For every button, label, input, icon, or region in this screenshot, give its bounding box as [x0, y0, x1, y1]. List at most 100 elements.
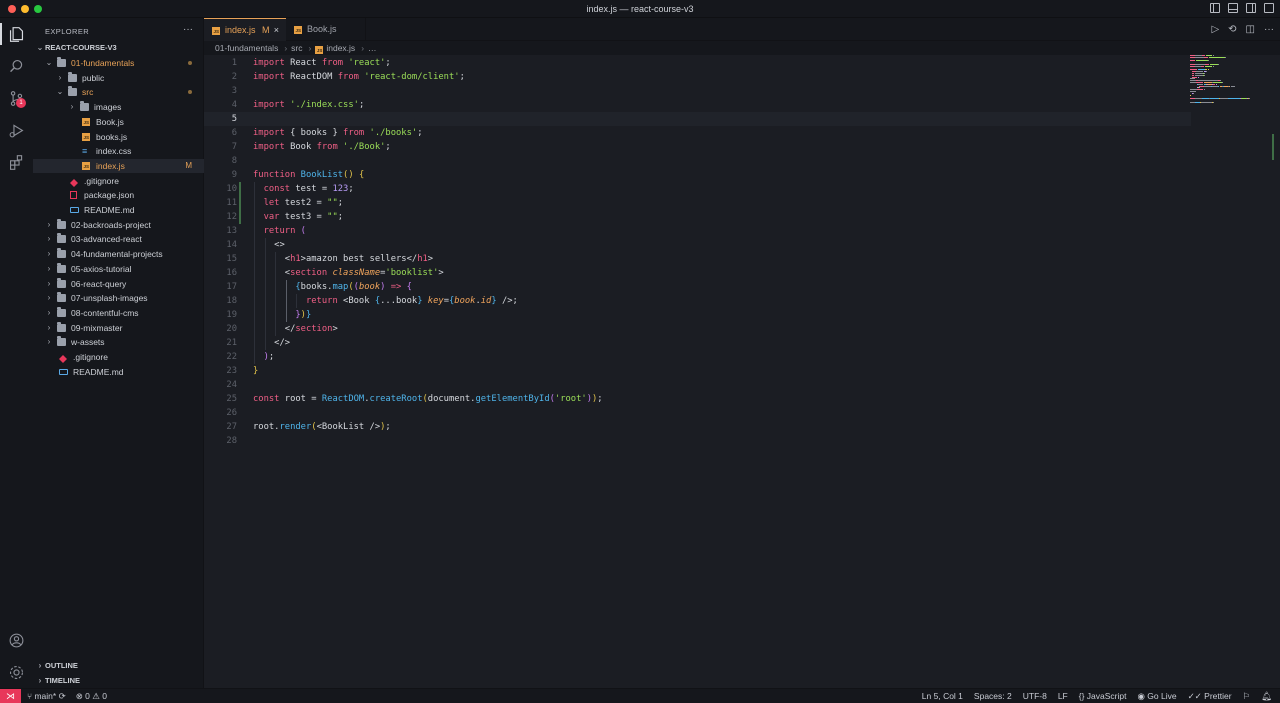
project-root[interactable]: ⌄ REACT-COURSE-V3	[33, 41, 204, 55]
settings-gear-icon[interactable]	[7, 663, 25, 681]
open-changes-icon[interactable]: ⟲	[1228, 24, 1236, 35]
code-line[interactable]: 10 const test = 123;	[204, 182, 1191, 196]
account-icon[interactable]	[7, 631, 25, 649]
code-line[interactable]: 16 <section className='booklist'>	[204, 266, 1191, 280]
tree-item[interactable]: README.md	[33, 203, 204, 217]
tree-item[interactable]: package.json	[33, 188, 204, 202]
code-line[interactable]: 21 </>	[204, 336, 1191, 350]
code-line[interactable]: 7 import Book from './Book';	[204, 140, 1191, 154]
npm-file-icon	[70, 191, 77, 200]
line-number: 16	[226, 268, 237, 278]
customize-layout-icon[interactable]	[1264, 3, 1274, 13]
tree-item[interactable]: README.md	[33, 365, 204, 379]
breadcrumb-src[interactable]: src	[291, 43, 302, 53]
split-editor-icon[interactable]: ◫	[1246, 24, 1255, 35]
more-actions-icon[interactable]: ···	[183, 24, 193, 35]
code-line[interactable]: 18 return <Book {...book} key={book.id} …	[204, 294, 1191, 308]
tree-item[interactable]: › 05-axios-tutorial	[33, 262, 204, 276]
language-mode[interactable]: {} JavaScript	[1079, 689, 1127, 703]
notifications-bell-icon[interactable]: 🔔︎	[1261, 689, 1272, 703]
tree-item[interactable]: ⌄ 01-fundamentals	[33, 56, 204, 70]
code-line[interactable]: 4 import './index.css';	[204, 98, 1191, 112]
code-line[interactable]: 6 import { books } from './books';	[204, 126, 1191, 140]
line-number: 4	[231, 100, 237, 110]
code-line[interactable]: 17 {books.map((book) => {	[204, 280, 1191, 294]
code-line[interactable]: 5	[204, 112, 1191, 126]
remote-icon[interactable]: ⋊	[0, 689, 21, 703]
tree-item[interactable]: .gitignore	[33, 174, 204, 188]
activity-bar: 1	[0, 18, 33, 688]
code-line[interactable]: 9 function BookList() {	[204, 168, 1191, 182]
tab-index-js[interactable]: JS index.js M ×	[204, 18, 286, 41]
indent-guide	[285, 280, 287, 322]
run-icon[interactable]: ▷	[1211, 24, 1219, 35]
git-change-gutter[interactable]	[239, 182, 241, 224]
outline-section[interactable]: › OUTLINE	[33, 659, 204, 673]
prettier-button[interactable]: ✓✓ Prettier	[1188, 689, 1232, 703]
tree-item[interactable]: › public	[33, 71, 204, 85]
code-line[interactable]: 19 })}	[204, 308, 1191, 322]
code-line[interactable]: 12 var test3 = "";	[204, 210, 1191, 224]
tree-item[interactable]: › 08-contentful-cms	[33, 306, 204, 320]
breadcrumb-symbol[interactable]: …	[368, 43, 377, 53]
code-line[interactable]: 20 </section>	[204, 322, 1191, 336]
toggle-panel-icon[interactable]	[1228, 3, 1238, 13]
code-line[interactable]: 2 import ReactDOM from 'react-dom/client'…	[204, 70, 1191, 84]
code-line[interactable]: 14 <>	[204, 238, 1191, 252]
toggle-secondary-sidebar-icon[interactable]	[1246, 3, 1256, 13]
code-line[interactable]: 24	[204, 378, 1191, 392]
tree-item[interactable]: › 06-react-query	[33, 277, 204, 291]
timeline-label: TIMELINE	[45, 676, 80, 685]
go-live-button[interactable]: ◉ Go Live	[1137, 689, 1176, 703]
code-line[interactable]: 27 root.render(<BookList />);	[204, 420, 1191, 434]
extensions-icon[interactable]	[7, 153, 25, 171]
explorer-icon[interactable]	[7, 25, 25, 43]
code-line[interactable]: 22 );	[204, 350, 1191, 364]
line-ending[interactable]: LF	[1058, 689, 1068, 703]
code-line[interactable]: 23}	[204, 364, 1191, 378]
tree-item[interactable]: › 07-unsplash-images	[33, 291, 204, 305]
code-text: const test = 123;	[263, 184, 354, 194]
code-line[interactable]: 13 return (	[204, 224, 1191, 238]
breadcrumb-file[interactable]: index.js	[326, 43, 355, 53]
tree-item[interactable]: › 04-fundamental-projects	[33, 247, 204, 261]
more-actions-icon[interactable]: ···	[1264, 24, 1274, 35]
tree-item[interactable]: JS books.js	[33, 130, 204, 144]
branch-indicator[interactable]: ⑂ main* ⟳	[27, 689, 66, 703]
code-line[interactable]: 1 import React from 'react';	[204, 56, 1191, 70]
code-line[interactable]: 3	[204, 84, 1191, 98]
code-line[interactable]: 15 <h1>amazon best sellers</h1>	[204, 252, 1191, 266]
code-line[interactable]: 26	[204, 406, 1191, 420]
tab-book-js[interactable]: JS Book.js	[286, 18, 366, 41]
tree-item[interactable]: .gitignore	[33, 350, 204, 364]
tree-item[interactable]: › 09-mixmaster	[33, 321, 204, 335]
breadcrumb-folder[interactable]: 01-fundamentals	[215, 43, 278, 53]
close-tab-icon[interactable]: ×	[274, 19, 279, 42]
tree-item[interactable]: › 03-advanced-react	[33, 232, 204, 246]
tree-item-label: 01-fundamentals	[71, 58, 135, 68]
code-line[interactable]: 11 let test2 = "";	[204, 196, 1191, 210]
tree-item[interactable]: › images	[33, 100, 204, 114]
code-line[interactable]: 28	[204, 434, 1191, 448]
code-line[interactable]: 8	[204, 154, 1191, 168]
feedback-icon[interactable]: ⚐	[1243, 689, 1251, 703]
run-debug-icon[interactable]	[7, 121, 25, 139]
tree-item[interactable]: ⌄ src	[33, 85, 204, 99]
tree-item[interactable]: › 02-backroads-project	[33, 218, 204, 232]
code-line[interactable]: 25 const root = ReactDOM.createRoot(docum…	[204, 392, 1191, 406]
tree-item[interactable]: JS index.js M	[33, 158, 204, 173]
problems-indicator[interactable]: ⊗ 0 ⚠ 0	[76, 689, 107, 703]
indentation[interactable]: Spaces: 2	[974, 689, 1012, 703]
encoding[interactable]: UTF-8	[1023, 689, 1047, 703]
cursor-position[interactable]: Ln 5, Col 1	[922, 689, 963, 703]
toggle-sidebar-icon[interactable]	[1210, 3, 1220, 13]
minimap[interactable]	[1190, 55, 1260, 105]
tree-item[interactable]: JS Book.js	[33, 115, 204, 129]
scrollbar-change-marker[interactable]	[1272, 134, 1274, 160]
search-icon[interactable]	[7, 57, 25, 75]
tree-item[interactable]: › w-assets	[33, 335, 204, 349]
timeline-section[interactable]: › TIMELINE	[33, 674, 204, 688]
minimap-token	[1217, 64, 1219, 65]
tree-item[interactable]: ≡ index.css	[33, 144, 204, 158]
code-editor[interactable]: 1 import React from 'react'; 2 import React…	[204, 55, 1280, 688]
